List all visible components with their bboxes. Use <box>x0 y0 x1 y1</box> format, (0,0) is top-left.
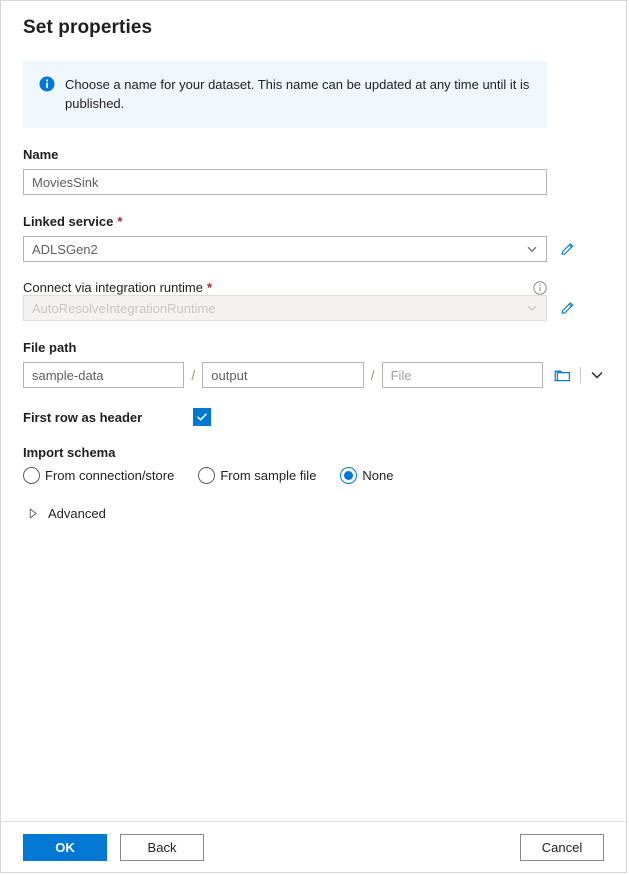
file-path-file-input[interactable]: File <box>381 362 543 388</box>
info-outline-icon[interactable] <box>533 280 547 295</box>
linked-service-value: ADLSGen2 <box>32 241 98 257</box>
radio-none[interactable]: None <box>340 467 394 484</box>
linked-service-label: Linked service * <box>23 213 604 231</box>
import-schema-label: Import schema <box>23 445 116 460</box>
linked-service-row: ADLSGen2 <box>23 236 604 262</box>
info-banner: Choose a name for your dataset. This nam… <box>23 61 547 128</box>
chevron-down-icon <box>526 243 538 255</box>
set-properties-dialog: Set properties Choose a name for your da… <box>0 0 627 873</box>
import-schema-group: Import schema From connection/store From… <box>23 445 604 484</box>
info-circle-icon <box>39 76 55 92</box>
icon-divider <box>580 367 581 383</box>
file-path-chevron-down-icon[interactable] <box>590 368 604 382</box>
name-field-group: Name MoviesSink <box>23 146 604 195</box>
integration-runtime-label-row: Connect via integration runtime * <box>23 280 547 295</box>
name-label: Name <box>23 147 59 162</box>
edit-linked-service-pencil-icon[interactable] <box>558 240 576 258</box>
first-row-as-header-checkbox[interactable] <box>193 408 211 426</box>
triangle-right-icon <box>29 508 39 520</box>
advanced-expander[interactable]: Advanced <box>23 506 604 521</box>
linked-service-label-text: Linked service <box>23 214 114 229</box>
path-separator: / <box>370 367 375 383</box>
import-schema-options: From connection/store From sample file N… <box>23 467 604 484</box>
checkmark-icon <box>197 413 207 421</box>
file-path-row: sample-data / output / File <box>23 362 604 388</box>
path-separator: / <box>191 367 196 383</box>
edit-integration-runtime-pencil-icon[interactable] <box>558 299 576 317</box>
radio-indicator-selected <box>340 467 358 484</box>
radio-label: None <box>362 468 394 483</box>
required-asterisk: * <box>117 214 123 229</box>
radio-indicator <box>23 467 40 484</box>
back-button[interactable]: Back <box>120 833 204 861</box>
linked-service-field-group: Linked service * ADLSGen2 <box>23 213 604 262</box>
integration-runtime-field-group: Connect via integration runtime * AutoRe… <box>23 280 604 321</box>
file-path-container-input[interactable]: sample-data <box>23 362 185 388</box>
ok-button[interactable]: OK <box>23 833 107 861</box>
dialog-footer: OK Back Cancel <box>1 821 626 872</box>
chevron-down-icon <box>526 302 538 314</box>
radio-label: From sample file <box>220 468 317 483</box>
radio-indicator <box>198 467 216 484</box>
dialog-body: Set properties Choose a name for your da… <box>1 1 626 821</box>
cancel-button[interactable]: Cancel <box>520 833 604 861</box>
integration-runtime-row: AutoResolveIntegrationRuntime <box>23 295 604 321</box>
integration-runtime-dropdown: AutoResolveIntegrationRuntime <box>23 295 547 321</box>
integration-runtime-value: AutoResolveIntegrationRuntime <box>32 300 216 316</box>
file-path-directory-input[interactable]: output <box>202 362 364 388</box>
file-path-field-group: File path sample-data / output / File <box>23 339 604 388</box>
file-path-actions <box>553 366 604 384</box>
radio-label: From connection/store <box>45 468 175 483</box>
info-banner-text: Choose a name for your dataset. This nam… <box>65 77 530 111</box>
radio-from-connection-store[interactable]: From connection/store <box>23 467 174 484</box>
page-title: Set properties <box>23 17 153 38</box>
first-row-as-header-label: First row as header <box>23 409 143 425</box>
name-input[interactable]: MoviesSink <box>23 169 547 195</box>
first-row-as-header-row: First row as header <box>23 408 604 426</box>
required-asterisk: * <box>206 280 212 295</box>
radio-from-sample-file[interactable]: From sample file <box>198 467 316 484</box>
integration-runtime-label-text: Connect via integration runtime <box>23 280 203 295</box>
file-path-label: File path <box>23 340 77 355</box>
integration-runtime-label: Connect via integration runtime * <box>23 280 212 295</box>
advanced-label: Advanced <box>48 506 106 521</box>
browse-folder-icon[interactable] <box>553 366 571 384</box>
linked-service-dropdown[interactable]: ADLSGen2 <box>23 236 547 262</box>
